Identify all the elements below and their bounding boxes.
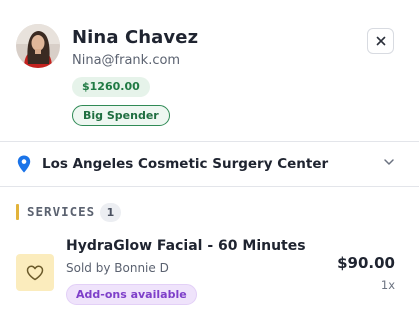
customer-card: Nina Chavez Nina@frank.com $1260.00 Big … — [0, 0, 419, 141]
location-pin-icon — [17, 155, 31, 173]
service-seller: Sold by Bonnie D — [66, 261, 169, 275]
service-quantity: 1x — [380, 278, 395, 292]
customer-panel: Nina Chavez Nina@frank.com $1260.00 Big … — [0, 0, 419, 334]
avatar — [16, 24, 60, 68]
addons-available-badge[interactable]: Add-ons available — [66, 284, 197, 305]
services-title: SERVICES — [27, 204, 96, 219]
close-button[interactable] — [367, 28, 394, 54]
customer-tag-badge: Big Spender — [72, 105, 170, 126]
service-item[interactable]: HydraGlow Facial - 60 Minutes Sold by Bo… — [0, 232, 419, 322]
services-section-header: SERVICES 1 — [0, 202, 419, 222]
divider — [0, 186, 419, 187]
location-name: Los Angeles Cosmetic Surgery Center — [42, 156, 329, 172]
location-selector[interactable]: Los Angeles Cosmetic Surgery Center — [0, 142, 419, 186]
service-price: $90.00 — [337, 254, 395, 272]
heart-icon — [26, 265, 44, 280]
services-count-badge: 1 — [100, 203, 121, 222]
close-icon — [376, 36, 385, 46]
section-accent-bar — [16, 204, 19, 220]
customer-email: Nina@frank.com — [72, 53, 181, 68]
service-icon-tile — [16, 254, 54, 291]
chevron-down-icon — [384, 159, 394, 165]
customer-name: Nina Chavez — [72, 27, 199, 48]
spend-badge: $1260.00 — [72, 77, 150, 97]
service-name: HydraGlow Facial - 60 Minutes — [66, 238, 306, 254]
